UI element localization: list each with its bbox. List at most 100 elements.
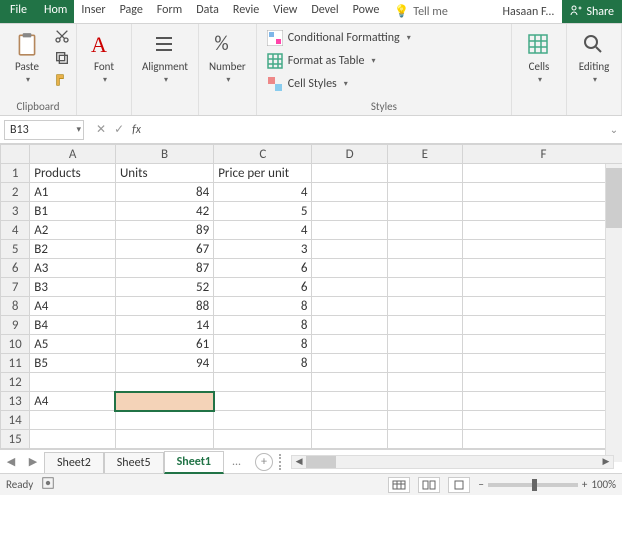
zoom-out-button[interactable]: − bbox=[478, 478, 483, 491]
cell[interactable]: Products bbox=[30, 164, 116, 183]
macro-record-icon[interactable] bbox=[41, 476, 55, 493]
tell-me[interactable]: 💡 Tell me bbox=[386, 0, 455, 23]
cell[interactable] bbox=[312, 164, 387, 183]
row-header[interactable]: 3 bbox=[1, 202, 30, 221]
cell[interactable] bbox=[462, 278, 622, 297]
cell[interactable]: 42 bbox=[115, 202, 213, 221]
tab-file[interactable]: File bbox=[0, 0, 37, 23]
cell[interactable]: 94 bbox=[115, 354, 213, 373]
cell[interactable] bbox=[115, 430, 213, 449]
copy-button[interactable] bbox=[54, 50, 70, 70]
cell[interactable] bbox=[312, 354, 387, 373]
cell[interactable]: 8 bbox=[214, 354, 312, 373]
tab-review[interactable]: Revie bbox=[226, 0, 266, 23]
cell[interactable] bbox=[312, 335, 387, 354]
cell[interactable]: 4 bbox=[214, 183, 312, 202]
row-header[interactable]: 14 bbox=[1, 411, 30, 430]
row-header[interactable]: 5 bbox=[1, 240, 30, 259]
cell[interactable] bbox=[312, 411, 387, 430]
cell[interactable] bbox=[462, 392, 622, 411]
cell[interactable] bbox=[462, 259, 622, 278]
cell[interactable] bbox=[387, 392, 462, 411]
format-as-table-button[interactable]: Format as Table ▾ bbox=[263, 51, 380, 71]
row-header[interactable]: 7 bbox=[1, 278, 30, 297]
view-page-layout-button[interactable] bbox=[418, 477, 440, 493]
vertical-scrollbar[interactable] bbox=[605, 164, 622, 462]
tab-page-layout[interactable]: Page bbox=[113, 0, 150, 23]
cell[interactable] bbox=[462, 430, 622, 449]
cell[interactable] bbox=[462, 221, 622, 240]
row-header[interactable]: 4 bbox=[1, 221, 30, 240]
zoom-slider[interactable] bbox=[488, 483, 578, 487]
cell[interactable]: 61 bbox=[115, 335, 213, 354]
cell[interactable]: 84 bbox=[115, 183, 213, 202]
sheet-tab[interactable]: Sheet5 bbox=[104, 452, 164, 473]
cell[interactable]: A5 bbox=[30, 335, 116, 354]
cell[interactable]: B4 bbox=[30, 316, 116, 335]
cell[interactable]: A1 bbox=[30, 183, 116, 202]
row-header[interactable]: 8 bbox=[1, 297, 30, 316]
share-button[interactable]: Share bbox=[562, 0, 622, 23]
cell[interactable] bbox=[387, 183, 462, 202]
col-header-F[interactable]: F bbox=[462, 145, 622, 164]
cell[interactable] bbox=[387, 164, 462, 183]
cell[interactable] bbox=[462, 335, 622, 354]
row-header[interactable]: 15 bbox=[1, 430, 30, 449]
fx-icon[interactable]: fx bbox=[132, 123, 141, 137]
sheet-nav-next[interactable]: ▶ bbox=[22, 455, 44, 468]
cell[interactable] bbox=[462, 316, 622, 335]
tab-developer[interactable]: Devel bbox=[304, 0, 345, 23]
selected-cell[interactable] bbox=[115, 392, 213, 411]
zoom-value[interactable]: 100% bbox=[591, 478, 616, 491]
row-header[interactable]: 6 bbox=[1, 259, 30, 278]
cell[interactable]: 6 bbox=[214, 259, 312, 278]
cell[interactable]: B5 bbox=[30, 354, 116, 373]
cell[interactable]: A3 bbox=[30, 259, 116, 278]
tab-powerquery[interactable]: Powe bbox=[346, 0, 387, 23]
sheet-tab[interactable]: Sheet2 bbox=[44, 452, 104, 473]
cell[interactable]: Units bbox=[115, 164, 213, 183]
row-header[interactable]: 2 bbox=[1, 183, 30, 202]
tab-home[interactable]: Hom bbox=[37, 0, 74, 23]
cell[interactable] bbox=[462, 164, 622, 183]
new-sheet-button[interactable]: + bbox=[255, 453, 273, 471]
sheet-nav-prev[interactable]: ◀ bbox=[0, 455, 22, 468]
cell[interactable]: 8 bbox=[214, 316, 312, 335]
number-button[interactable]: % Number ▾ bbox=[205, 28, 250, 89]
cell[interactable] bbox=[387, 221, 462, 240]
format-painter-button[interactable] bbox=[54, 72, 70, 92]
cell[interactable]: B3 bbox=[30, 278, 116, 297]
cell[interactable]: 4 bbox=[214, 221, 312, 240]
cell[interactable]: 3 bbox=[214, 240, 312, 259]
cell[interactable] bbox=[312, 297, 387, 316]
cell[interactable]: 87 bbox=[115, 259, 213, 278]
font-button[interactable]: A Font ▾ bbox=[83, 28, 125, 89]
cell[interactable] bbox=[312, 202, 387, 221]
cell[interactable]: 88 bbox=[115, 297, 213, 316]
row-header[interactable]: 13 bbox=[1, 392, 30, 411]
cell[interactable]: 52 bbox=[115, 278, 213, 297]
cell[interactable] bbox=[462, 240, 622, 259]
tab-formulas[interactable]: Form bbox=[150, 0, 189, 23]
cells-button[interactable]: Cells ▾ bbox=[518, 28, 560, 89]
more-sheets[interactable]: ... bbox=[224, 455, 249, 469]
cancel-formula-icon[interactable]: ✕ bbox=[96, 122, 106, 137]
select-all-corner[interactable] bbox=[1, 145, 30, 164]
cell[interactable] bbox=[214, 392, 312, 411]
cell[interactable] bbox=[30, 373, 116, 392]
view-normal-button[interactable] bbox=[388, 477, 410, 493]
cell[interactable]: A4 bbox=[30, 392, 116, 411]
col-header-C[interactable]: C bbox=[214, 145, 312, 164]
col-header-B[interactable]: B bbox=[115, 145, 213, 164]
cell[interactable] bbox=[387, 316, 462, 335]
cell[interactable] bbox=[115, 373, 213, 392]
cell-styles-button[interactable]: Cell Styles ▾ bbox=[263, 74, 352, 94]
cell[interactable] bbox=[462, 411, 622, 430]
alignment-button[interactable]: Alignment ▾ bbox=[138, 28, 192, 89]
sheet-tab-active[interactable]: Sheet1 bbox=[164, 451, 224, 474]
cell[interactable] bbox=[312, 240, 387, 259]
row-header[interactable]: 1 bbox=[1, 164, 30, 183]
cell[interactable] bbox=[387, 411, 462, 430]
cell[interactable] bbox=[462, 183, 622, 202]
row-header[interactable]: 11 bbox=[1, 354, 30, 373]
